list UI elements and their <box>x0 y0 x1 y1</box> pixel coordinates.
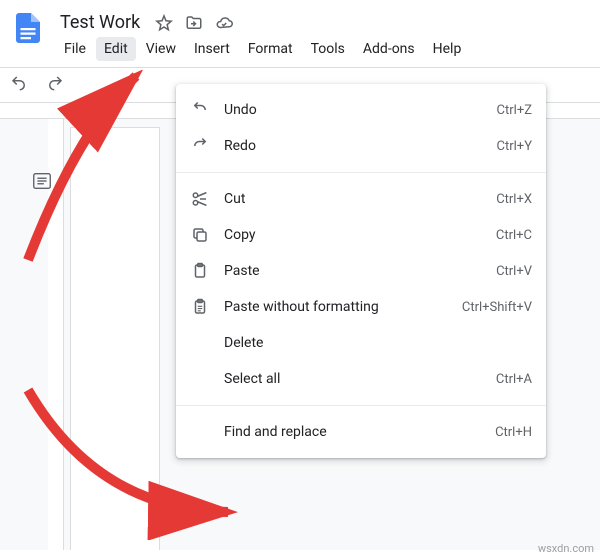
menu-copy-label: Copy <box>224 227 482 243</box>
menu-redo-shortcut: Ctrl+Y <box>497 139 532 154</box>
watermark: wsxdn.com <box>538 542 594 555</box>
menu-paste-shortcut: Ctrl+V <box>496 264 532 279</box>
menu-cut-label: Cut <box>224 191 482 207</box>
menu-undo[interactable]: Undo Ctrl+Z <box>176 92 546 128</box>
menu-undo-label: Undo <box>224 102 483 118</box>
menu-redo-label: Redo <box>224 138 483 154</box>
menu-addons[interactable]: Add-ons <box>355 37 423 61</box>
app-header: Test Work File Edit View Insert Format T… <box>0 0 600 67</box>
blank-icon <box>190 333 210 353</box>
menu-paste-plain-label: Paste without formatting <box>224 299 448 315</box>
menu-format[interactable]: Format <box>240 37 301 61</box>
docs-app-icon[interactable] <box>8 8 48 48</box>
menu-undo-shortcut: Ctrl+Z <box>497 103 532 118</box>
menubar: File Edit View Insert Format Tools Add-o… <box>56 35 592 67</box>
menu-paste-plain[interactable]: Paste without formatting Ctrl+Shift+V <box>176 289 546 325</box>
menu-delete-label: Delete <box>224 335 518 351</box>
cloud-status-icon[interactable] <box>214 13 234 33</box>
annotation-arrow-top <box>18 70 158 270</box>
menu-view[interactable]: View <box>138 37 184 61</box>
menu-cut-shortcut: Ctrl+X <box>496 192 532 207</box>
redo-icon <box>190 136 210 156</box>
menu-find-replace-shortcut: Ctrl+H <box>495 425 532 440</box>
menu-find-replace-label: Find and replace <box>224 424 481 440</box>
menu-help[interactable]: Help <box>425 37 470 61</box>
menu-edit[interactable]: Edit <box>96 37 136 61</box>
undo-icon <box>190 100 210 120</box>
menu-tools[interactable]: Tools <box>303 37 353 61</box>
copy-icon <box>190 225 210 245</box>
menu-delete[interactable]: Delete <box>176 325 546 361</box>
menu-redo[interactable]: Redo Ctrl+Y <box>176 128 546 164</box>
menu-separator <box>176 172 546 173</box>
menu-copy[interactable]: Copy Ctrl+C <box>176 217 546 253</box>
menu-insert[interactable]: Insert <box>186 37 238 61</box>
menu-select-all-shortcut: Ctrl+A <box>496 372 532 387</box>
move-folder-icon[interactable] <box>184 13 204 33</box>
paste-plain-icon <box>190 297 210 317</box>
menu-paste-label: Paste <box>224 263 482 279</box>
menu-copy-shortcut: Ctrl+C <box>496 228 532 243</box>
menu-cut[interactable]: Cut Ctrl+X <box>176 181 546 217</box>
menu-paste[interactable]: Paste Ctrl+V <box>176 253 546 289</box>
star-icon[interactable] <box>154 13 174 33</box>
menu-select-all-label: Select all <box>224 371 482 387</box>
menu-file[interactable]: File <box>56 37 94 61</box>
doc-title[interactable]: Test Work <box>56 10 144 35</box>
menu-paste-plain-shortcut: Ctrl+Shift+V <box>462 300 532 315</box>
cut-icon <box>190 189 210 209</box>
paste-icon <box>190 261 210 281</box>
annotation-arrow-bottom <box>18 380 248 540</box>
